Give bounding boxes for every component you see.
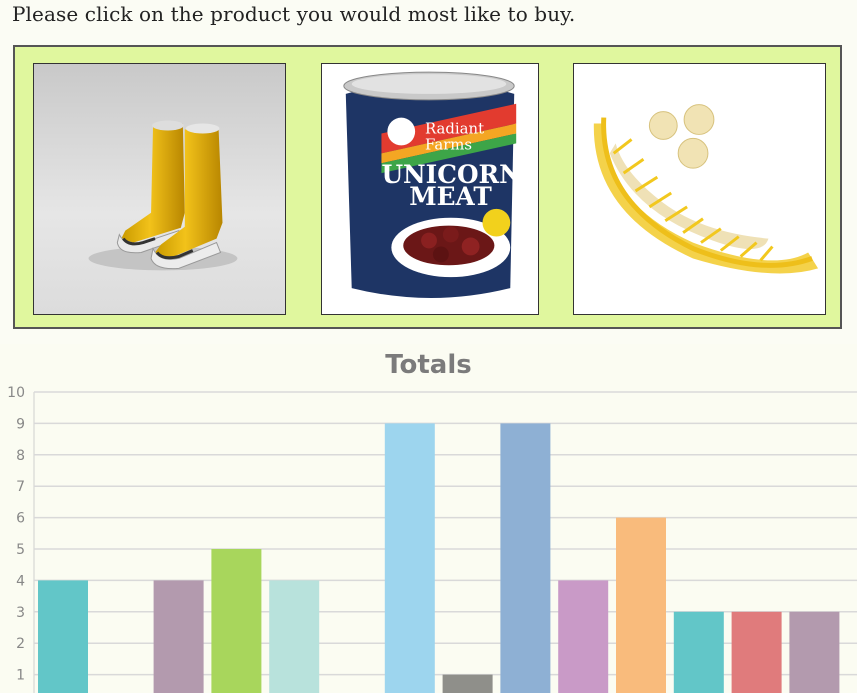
y-tick-label: 6 xyxy=(16,511,25,527)
bar xyxy=(384,423,435,693)
bar xyxy=(269,580,320,693)
y-tick-label: 8 xyxy=(16,448,25,464)
bar xyxy=(789,611,840,693)
product-unicorn-meat[interactable]: Radiant Farms UNICORN MEAT xyxy=(321,63,539,315)
can-brand-2: Farms xyxy=(425,135,472,153)
can-title-2: MEAT xyxy=(409,182,492,211)
unicorn-meat-can-image: Radiant Farms UNICORN MEAT xyxy=(322,64,538,314)
y-tick-label: 10 xyxy=(7,385,25,401)
product-rain-boots[interactable] xyxy=(33,63,286,315)
product-banana-slicer[interactable] xyxy=(573,63,826,315)
product-panel: Radiant Farms UNICORN MEAT xyxy=(13,45,842,329)
bar xyxy=(153,580,204,693)
rain-boots-image xyxy=(34,64,285,314)
totals-chart: Totals 1 2 3 4 5 6 7 8 9 10 xyxy=(0,344,857,693)
banana-slicer-image xyxy=(574,64,825,314)
chart-plot: 1 2 3 4 5 6 7 8 9 10 xyxy=(7,385,857,693)
y-tick-label: 4 xyxy=(16,573,25,589)
y-tick-label: 5 xyxy=(16,542,25,558)
bar xyxy=(673,611,724,693)
y-tick-label: 7 xyxy=(16,479,25,495)
y-tick-label: 1 xyxy=(16,668,25,684)
bar xyxy=(558,580,609,693)
bar xyxy=(731,611,782,693)
bar xyxy=(616,517,666,693)
bar xyxy=(38,580,88,693)
bar xyxy=(211,549,262,693)
y-tick-label: 2 xyxy=(16,636,25,652)
y-tick-label: 9 xyxy=(16,416,25,432)
y-tick-label: 3 xyxy=(16,605,25,621)
bar xyxy=(442,674,493,693)
bar xyxy=(500,423,551,693)
instruction-text: Please click on the product you would mo… xyxy=(12,2,576,26)
